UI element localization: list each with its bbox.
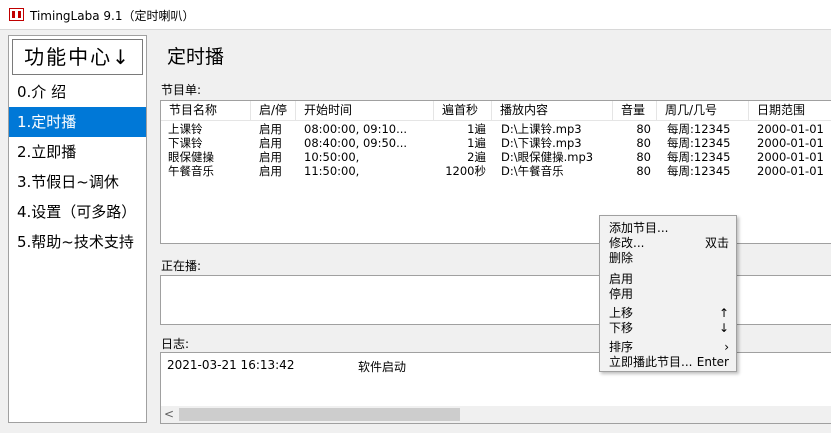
menu-item-label: 启用 [609,272,634,286]
log-label: 日志: [161,337,190,351]
menu-item-label: 上移 [609,306,634,320]
cell-volume: 80 [636,164,651,178]
cell-content: D:\上课铃.mp3 [501,122,582,136]
cell-repeat: 1200秒 [445,164,486,178]
log-time: 2021-03-21 16:13:42 [167,358,295,372]
program-list-label: 节目单: [161,83,202,97]
window-title: TimingLaba 9.1（定时喇叭） [30,9,195,23]
menu-item-shortcut: 双击 [704,236,729,250]
sidebar-item-settings[interactable]: 4.设置（可多路） [9,197,146,227]
title-bar[interactable]: TimingLaba 9.1（定时喇叭） [0,0,831,30]
menu-item-edit[interactable]: 修改... 双击 [600,235,736,251]
arrow-down-icon: ↓ [718,321,729,335]
table-row[interactable]: 午餐音乐 启用 11:50:00, 1200秒 D:\午餐音乐 80 每周:12… [161,164,831,178]
table-row[interactable]: 上课铃 启用 08:00:00, 09:10... 1遍 D:\上课铃.mp3 … [161,122,831,136]
arrow-up-icon: ↑ [718,306,729,320]
cell-date-range: 2000-01-01 [757,164,824,178]
cell-volume: 80 [636,122,651,136]
cell-date-range: 2000-01-01 [757,122,824,136]
table-row[interactable]: 眼保健操 启用 10:50:00, 2遍 D:\眼保健操.mp3 80 每周:1… [161,150,831,164]
cell-weekday: 每周:12345 [667,136,731,150]
cell-date-range: 2000-01-01 [757,150,824,164]
sidebar-item-instant-play[interactable]: 2.立即播 [9,137,146,167]
cell-start-time: 11:50:00, [304,164,360,178]
sidebar-item-scheduled-play[interactable]: 1.定时播 [9,107,146,137]
cell-enabled: 启用 [259,150,282,164]
cell-date-range: 2000-01-01 [757,136,824,150]
sidebar-item-intro[interactable]: 0.介 绍 [9,77,146,107]
cell-start-time: 08:00:00, 09:10... [304,122,408,136]
menu-item-label: 添加节目... [609,221,669,235]
page-title: 定时播 [167,46,225,68]
now-playing-label: 正在播: [161,259,202,273]
menu-item-move-down[interactable]: 下移 ↓ [600,320,736,336]
menu-item-label: 排序 [609,340,634,354]
menu-item-enable[interactable]: 启用 [600,271,736,287]
column-header-name[interactable]: 节目名称 [161,101,251,121]
submenu-arrow-icon: › [724,340,729,354]
cell-enabled: 启用 [259,136,282,150]
cell-name: 午餐音乐 [168,164,214,178]
column-header-volume[interactable]: 音量 [613,101,657,121]
cell-weekday: 每周:12345 [667,122,731,136]
cell-volume: 80 [636,136,651,150]
cell-enabled: 启用 [259,164,282,178]
menu-item-label: 下移 [609,321,634,335]
app-icon [9,8,24,21]
table-row[interactable]: 下课铃 启用 08:40:00, 09:50... 1遍 D:\下课铃.mp3 … [161,136,831,150]
menu-item-delete[interactable]: 删除 [600,250,736,266]
cell-content: D:\午餐音乐 [501,164,564,178]
cell-start-time: 10:50:00, [304,150,360,164]
menu-item-move-up[interactable]: 上移 ↑ [600,305,736,321]
menu-item-label: 立即播此节目... [609,355,693,369]
cell-repeat: 1遍 [467,122,486,136]
menu-item-add-program[interactable]: 添加节目... [600,220,736,236]
cell-repeat: 2遍 [467,150,486,164]
cell-start-time: 08:40:00, 09:50... [304,136,408,150]
cell-volume: 80 [636,150,651,164]
cell-repeat: 1遍 [467,136,486,150]
column-header-start-time[interactable]: 开始时间 [296,101,434,121]
cell-name: 下课铃 [168,136,203,150]
menu-item-label: 删除 [609,251,634,265]
menu-item-label: 修改... [609,236,645,250]
menu-item-shortcut: Enter [696,355,729,369]
column-header-weekday[interactable]: 周几/几号 [657,101,749,121]
column-header-enabled[interactable]: 启/停 [251,101,296,121]
sidebar-item-holidays[interactable]: 3.节假日~调休 [9,167,146,197]
cell-content: D:\下课铃.mp3 [501,136,582,150]
menu-item-disable[interactable]: 停用 [600,286,736,302]
menu-item-label: 停用 [609,287,634,301]
menu-item-play-now[interactable]: 立即播此节目... Enter [600,354,736,370]
sidebar-item-help[interactable]: 5.帮助~技术支持 [9,227,146,257]
column-header-date-range[interactable]: 日期范围 [749,101,831,121]
cell-name: 眼保健操 [168,150,214,164]
cell-weekday: 每周:12345 [667,150,731,164]
column-header-content[interactable]: 播放内容 [492,101,613,121]
cell-weekday: 每周:12345 [667,164,731,178]
log-message: 软件启动 [358,360,407,374]
scrollbar-thumb[interactable] [179,408,460,421]
cell-content: D:\眼保健操.mp3 [501,150,594,164]
context-menu: 添加节目... 修改... 双击 删除 启用 停用 上移 ↑ 下移 ↓ 排序 ›… [599,215,737,372]
sidebar-menu: 0.介 绍 1.定时播 2.立即播 3.节假日~调休 4.设置（可多路） 5.帮… [9,77,146,257]
sidebar: 功能中心↓ 0.介 绍 1.定时播 2.立即播 3.节假日~调休 4.设置（可多… [8,35,147,423]
menu-item-sort[interactable]: 排序 › [600,339,736,355]
cell-name: 上课铃 [168,122,203,136]
scroll-left-icon[interactable]: < [164,407,174,422]
sidebar-header: 功能中心↓ [12,39,143,75]
cell-enabled: 启用 [259,122,282,136]
log-horizontal-scrollbar[interactable]: < [161,406,831,423]
column-header-repeat[interactable]: 遍首秒 [434,101,492,121]
